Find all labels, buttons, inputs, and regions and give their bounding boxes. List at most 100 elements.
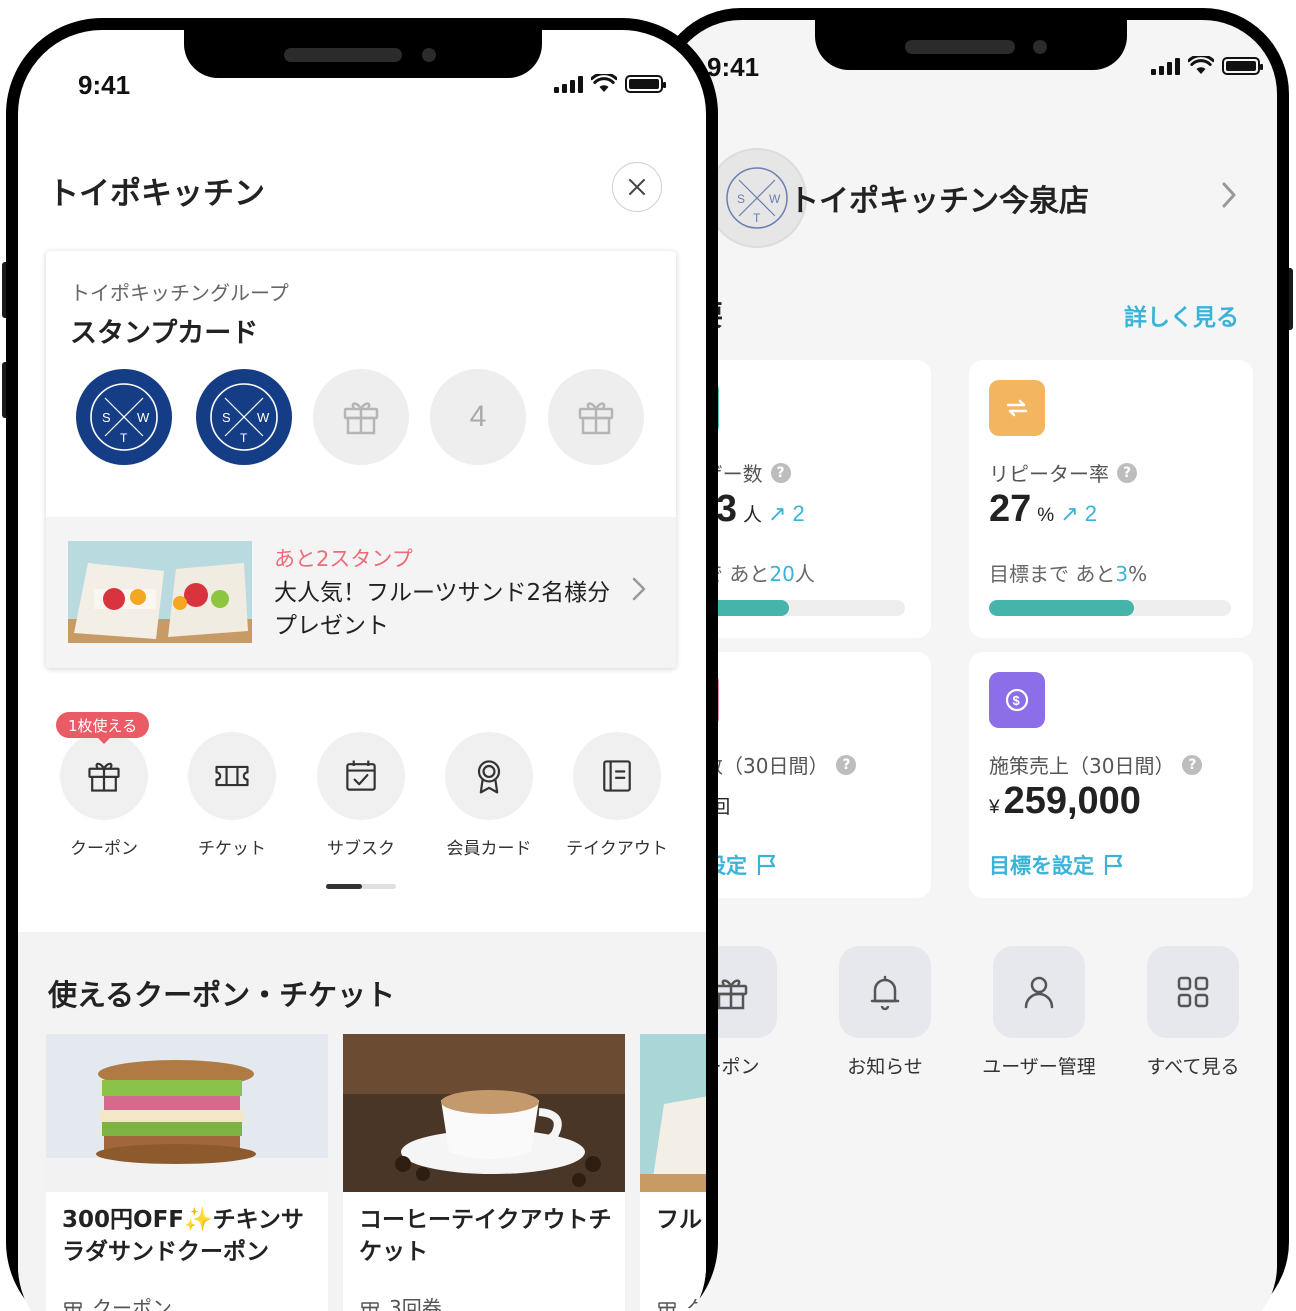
help-icon[interactable]: ?	[770, 462, 791, 483]
coupon-title: フル 無料	[656, 1207, 706, 1233]
right-phone-frame: 9:41 S W T トイポキッチン今泉店 要 詳しく見る ユーザー数	[655, 8, 1289, 1311]
status-time: 9:41	[707, 52, 760, 82]
bell-icon	[839, 946, 931, 1038]
close-icon	[629, 179, 645, 195]
reward-banner[interactable]: あと2スタンプ 大人気！フルーツサンド2名様分プレゼント	[46, 517, 676, 668]
close-button[interactable]	[612, 162, 662, 212]
stamp-card-group: トイポキッチングループ	[70, 281, 289, 305]
chevron-right-icon[interactable]	[631, 575, 647, 603]
coffee-image	[343, 1034, 625, 1192]
signal-icon	[554, 75, 583, 93]
chevron-right-icon[interactable]	[1217, 180, 1241, 210]
user-icon	[993, 946, 1085, 1038]
usable-count-badge: 1枚使える	[56, 712, 150, 744]
feature-takeout-label: テイクアウト	[566, 839, 668, 859]
coupon-card[interactable]: コーヒーテイクアウトチケット 3回券	[343, 1034, 625, 1311]
wifi-icon	[591, 74, 617, 92]
feature-coupon-label: クーポン	[70, 839, 138, 859]
ticket-icon	[188, 732, 276, 820]
gift-icon	[361, 1301, 379, 1311]
wifi-icon	[1188, 56, 1214, 74]
svg-text:$: $	[1013, 693, 1021, 708]
signal-icon	[1151, 57, 1180, 75]
status-icons	[554, 74, 666, 93]
coupon-title: コーヒーテイクアウトチケット	[359, 1207, 612, 1265]
shop-title: トイポキッチン	[48, 176, 265, 212]
battery-icon	[1222, 56, 1263, 75]
flag-icon	[757, 854, 776, 875]
flag-icon	[1104, 854, 1123, 875]
svg-text:W: W	[137, 410, 150, 425]
fruit-sandwich-image	[68, 541, 252, 643]
feature-pager[interactable]	[326, 884, 396, 889]
nav-see-all[interactable]: すべて見る	[1147, 946, 1239, 1079]
help-icon[interactable]: ?	[1117, 462, 1137, 483]
feature-subscription[interactable]: サブスク	[317, 732, 405, 859]
stamp-stamped: S W T	[196, 369, 292, 465]
gift-icon	[60, 732, 148, 820]
feature-coupon[interactable]: クーポン	[60, 732, 148, 859]
store-name[interactable]: トイポキッチン今泉店	[789, 176, 1089, 220]
campaign-sales-value: ¥259,000	[989, 780, 1141, 822]
swt-logo-icon: S W T	[210, 383, 278, 451]
feature-subscription-label: サブスク	[327, 839, 395, 859]
svg-text:W: W	[769, 192, 781, 206]
help-icon[interactable]: ?	[1182, 754, 1203, 775]
reward-description: 大人気！フルーツサンド2名様分プレゼント	[274, 580, 611, 639]
battery-icon	[625, 74, 666, 93]
svg-text:S: S	[737, 192, 745, 206]
nav-user-management[interactable]: ユーザー管理	[982, 946, 1096, 1079]
stamp-card-title: スタンプカード	[70, 318, 259, 349]
grid-icon	[1147, 946, 1239, 1038]
feature-member-card[interactable]: 会員カード	[445, 732, 533, 859]
stamp-stamped: S W T	[76, 369, 172, 465]
help-icon[interactable]: ?	[836, 754, 857, 775]
stamp-card[interactable]: トイポキッチングループ スタンプカード S W T S W T 4 あと2スタン…	[46, 251, 676, 668]
stamp-gift-slot	[548, 369, 644, 465]
dashboard-screen: 9:41 S W T トイポキッチン今泉店 要 詳しく見る ユーザー数	[667, 20, 1277, 1311]
medal-icon	[445, 732, 533, 820]
coupon-type: クーポン	[62, 1292, 172, 1311]
svg-text:S: S	[102, 410, 111, 425]
gift-icon	[343, 402, 379, 435]
nav-notifications-label: お知らせ	[847, 1056, 923, 1078]
gift-icon	[64, 1301, 82, 1311]
repeater-rate-card[interactable]: リピーター率? 27% ↗ 2 目標まで あと3%	[969, 360, 1253, 638]
repeater-rate-value: 27% ↗ 2	[989, 488, 1097, 530]
svg-text:W: W	[257, 410, 270, 425]
notch	[184, 30, 542, 78]
feature-ticket[interactable]: チケット	[188, 732, 276, 859]
svg-text:S: S	[222, 410, 231, 425]
coupon-card[interactable]: 300円OFF✨チキンサラダサンドクーポン クーポン	[46, 1034, 328, 1311]
repeat-icon	[989, 380, 1045, 436]
status-time: 9:41	[78, 70, 131, 100]
repeater-goal-text: 目標まで あと3%	[989, 562, 1148, 586]
repeater-progress-bar	[989, 600, 1231, 616]
dollar-icon: $	[989, 672, 1045, 728]
feature-ticket-label: チケット	[198, 839, 266, 859]
svg-text:T: T	[753, 211, 761, 225]
repeater-rate-label: リピーター率?	[989, 458, 1137, 487]
status-icons	[1151, 56, 1263, 75]
swt-logo-icon: S W T	[726, 167, 788, 229]
fruit-sandwich-image	[640, 1034, 706, 1192]
takeout-icon	[573, 732, 661, 820]
feature-takeout[interactable]: テイクアウト	[566, 732, 668, 859]
coupon-card[interactable]: フル 無料 ク	[640, 1034, 706, 1311]
nav-notifications[interactable]: お知らせ	[839, 946, 931, 1079]
see-more-link[interactable]: 詳しく見る	[1124, 298, 1239, 332]
campaign-sales-card[interactable]: $ 施策売上（30日間）? ¥259,000 目標を設定	[969, 652, 1253, 898]
coupon-type: ク	[656, 1292, 706, 1311]
feature-member-card-label: 会員カード	[446, 839, 532, 859]
left-phone-frame: 9:41 トイポキッチン トイポキッチングループ スタンプカード S W T S…	[6, 18, 718, 1311]
remaining-stamps: あと2スタンプ	[274, 547, 413, 571]
campaign-sales-label: 施策売上（30日間）?	[989, 750, 1203, 779]
gift-icon	[578, 402, 614, 435]
shop-screen: 9:41 トイポキッチン トイポキッチングループ スタンプカード S W T S…	[18, 30, 706, 1311]
set-goal-link[interactable]: 目標を設定	[989, 850, 1126, 880]
calendar-check-icon	[317, 732, 405, 820]
gift-icon	[658, 1301, 676, 1311]
swt-logo-icon: S W T	[90, 383, 158, 451]
svg-text:T: T	[120, 431, 128, 445]
notch	[815, 20, 1127, 70]
